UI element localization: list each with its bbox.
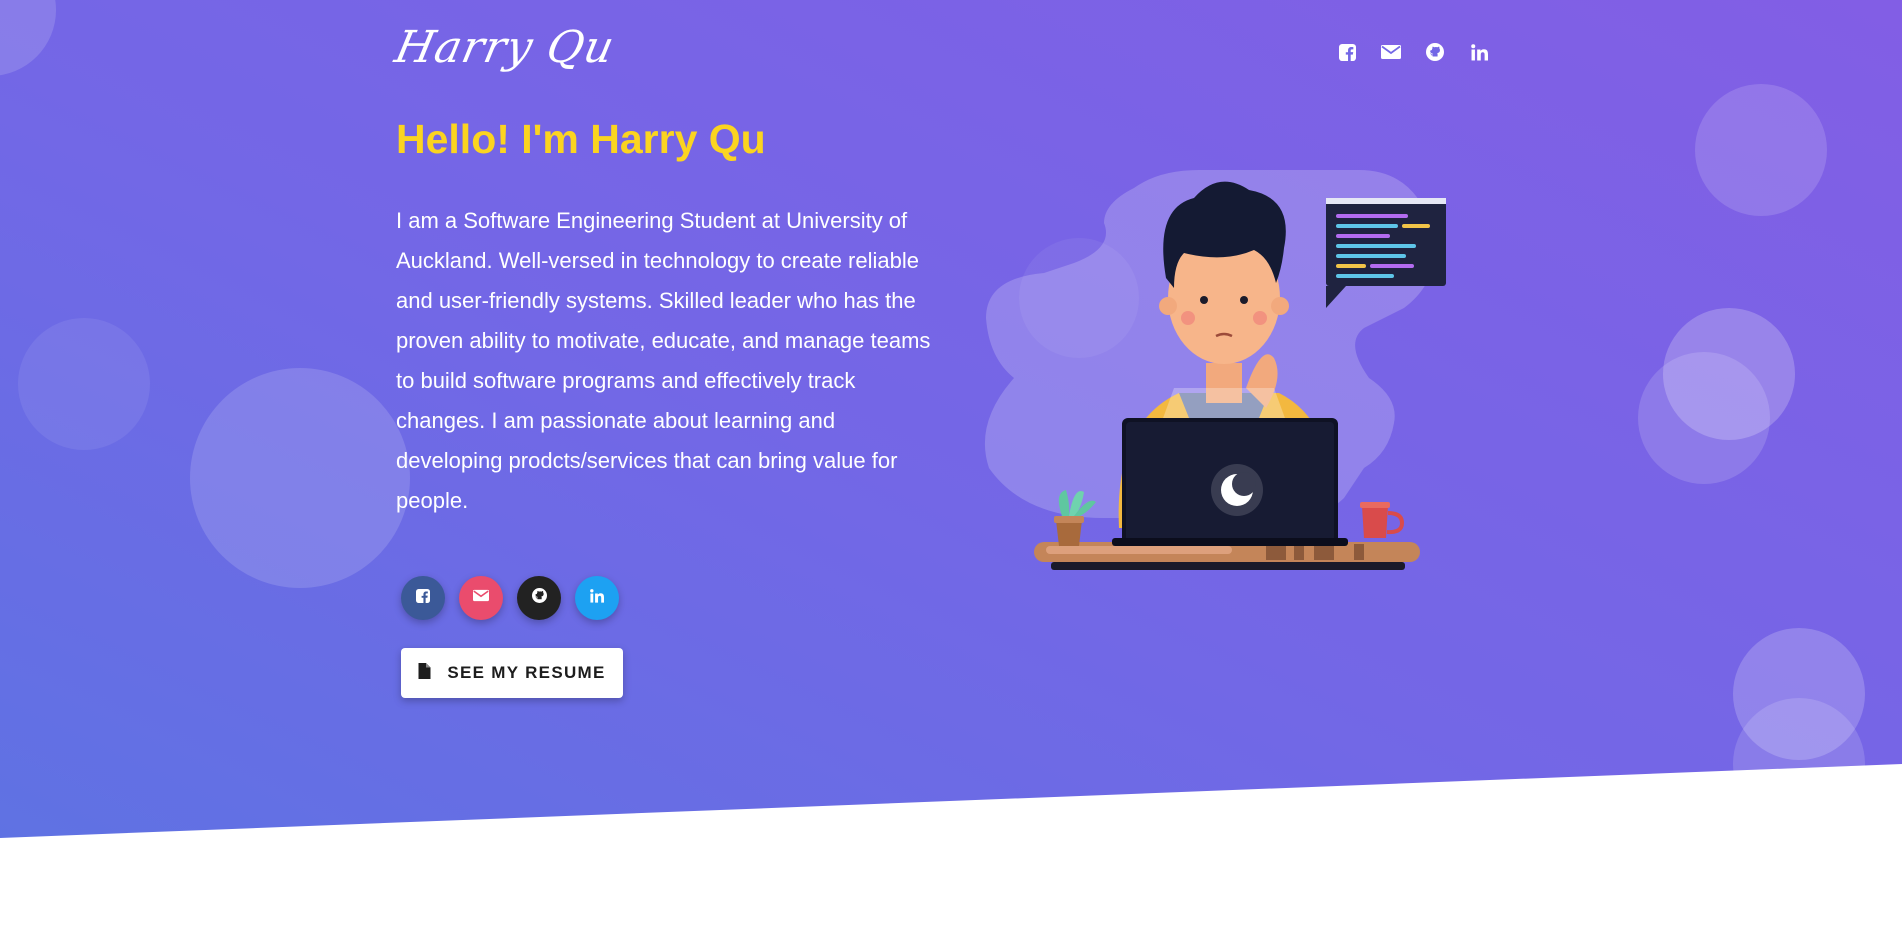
header-social-links bbox=[1336, 41, 1490, 63]
facebook-icon[interactable] bbox=[1336, 41, 1358, 63]
decorative-bubble bbox=[1695, 84, 1827, 216]
decorative-bubble bbox=[0, 0, 56, 76]
decorative-bubble bbox=[1638, 352, 1770, 484]
hero-bio: I am a Software Engineering Student at U… bbox=[396, 208, 931, 513]
mail-icon bbox=[473, 589, 489, 607]
file-icon bbox=[418, 662, 431, 684]
linkedin-button[interactable] bbox=[575, 576, 619, 620]
resume-button-label: SEE MY RESUME bbox=[447, 663, 606, 682]
decorative-bubble bbox=[1733, 698, 1865, 830]
social-buttons bbox=[401, 576, 619, 620]
see-my-resume-button[interactable]: SEE MY RESUME bbox=[401, 648, 623, 698]
facebook-button[interactable] bbox=[401, 576, 445, 620]
hero-section: Harry Qu Hello! I'm Harry Qu I am a Soft… bbox=[0, 0, 1902, 838]
github-button[interactable] bbox=[517, 576, 561, 620]
linkedin-icon bbox=[590, 588, 604, 608]
decorative-bubble bbox=[190, 368, 410, 588]
developer-illustration bbox=[984, 170, 1446, 570]
site-logo[interactable]: Harry Qu bbox=[391, 22, 620, 73]
hero-greeting: Hello! I'm Harry Qu bbox=[396, 116, 766, 162]
facebook-icon bbox=[416, 588, 430, 608]
mail-icon[interactable] bbox=[1380, 41, 1402, 63]
decorative-bubble bbox=[18, 318, 150, 450]
linkedin-icon[interactable] bbox=[1468, 41, 1490, 63]
github-icon bbox=[531, 588, 547, 608]
email-button[interactable] bbox=[459, 576, 503, 620]
github-icon[interactable] bbox=[1424, 41, 1446, 63]
